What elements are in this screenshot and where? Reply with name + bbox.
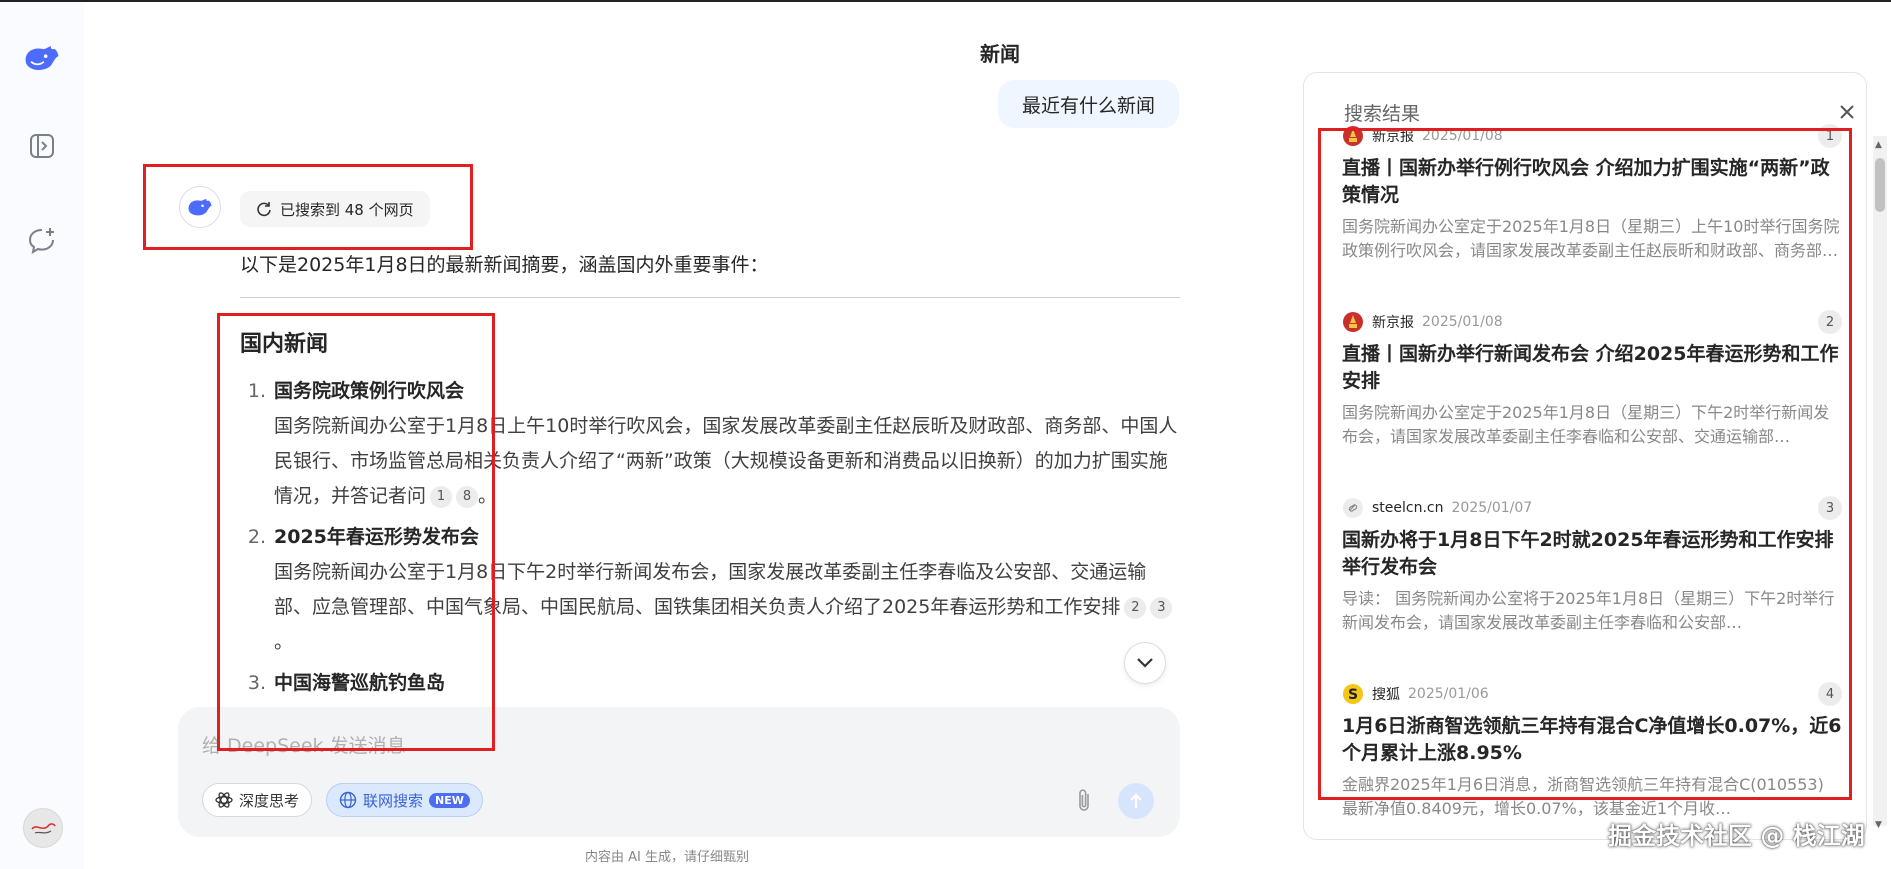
citation-badge[interactable]: 8 [456,486,479,508]
news-list: 1. 国务院政策例行吹风会国务院新闻办公室于1月8日上午10时举行吹风会，国家发展… [240,374,1180,707]
send-button[interactable] [1118,783,1154,819]
result-title[interactable]: 国新办将于1月8日下午2时就2025年春运形势和工作安排举行发布会 [1342,527,1842,581]
panel-scrollbar[interactable] [1873,136,1887,826]
citation-badge[interactable]: 2 [1124,597,1147,619]
news-item-body: 国务院新闻办公室于1月8日下午2时举行新闻发布会，国家发展改革委副主任李春临及公… [274,555,1180,660]
citation-badge[interactable]: 3 [1150,597,1173,619]
answer-intro: 以下是2025年1月8日的最新新闻摘要，涵盖国内外重要事件： [240,254,769,276]
citation-badge[interactable]: 1 [430,486,453,508]
news-item-title: 国务院政策例行吹风会 [274,380,465,402]
result-source: steelcn.cn [1372,500,1444,516]
scroll-to-bottom-button[interactable] [1124,642,1166,684]
result-snippet: 国务院新闻办公室定于2025年1月8日（星期三）上午10时举行国务院政策例行吹风… [1342,217,1840,260]
panel-title: 搜索结果 [1344,103,1421,125]
news-item-number: 3. [247,672,266,694]
news-item-number: 2. [247,526,266,548]
scrollbar-thumb[interactable] [1875,158,1885,212]
deepseek-whale-icon [188,198,212,216]
close-icon [1840,105,1854,119]
result-date: 2025/01/08 [1422,314,1503,330]
deep-think-label: 深度思考 [239,791,300,810]
news-item-title: 中国海警巡航钓鱼岛 [274,672,446,694]
news-item-text: 国务院新闻办公室于1月8日上午10时举行吹风会，国家发展改革委副主任赵辰昕及财政… [274,415,1178,507]
attach-file-button[interactable] [1071,787,1097,813]
news-item-text: 国务院新闻办公室于1月8日下午2时举行新闻发布会，国家发展改革委副主任李春临及公… [274,561,1147,618]
result-number-badge: 4 [1818,682,1842,706]
paperclip-icon [1079,789,1089,811]
result-snippet: 国务院新闻办公室定于2025年1月8日（星期三）下午2时举行新闻发布会，请国家发… [1342,403,1830,446]
news-item-end: 。 [274,631,294,653]
arrow-up-icon [1130,793,1142,808]
globe-icon [339,791,357,809]
search-status-chip[interactable]: 已搜索到 48 个网页 [240,191,430,227]
search-result-item[interactable]: S 搜狐 2025/01/06 4 1月6日浙商智选领航三年持有混合C净值增长0.07%… [1342,681,1842,821]
news-item-end: 。 [478,485,498,507]
web-search-label: 联网搜索 [363,791,424,810]
xinjingbao-logo-icon [1342,311,1364,333]
result-title[interactable]: 直播丨国新办举行新闻发布会 介绍2025年春运形势和工作安排 [1342,341,1842,395]
assistant-avatar [179,186,221,228]
search-result-item[interactable]: 新京报 2025/01/08 2 直播丨国新办举行新闻发布会 介绍2025年春运形势和… [1342,309,1842,449]
watermark: 掘金技术社区 @ 栈江湖 [1608,822,1865,850]
section-heading: 国内新闻 [240,332,329,357]
news-item-title: 2025年春运形势发布会 [274,526,479,548]
search-results-panel: 搜索结果 新京报 2025/01/08 1 直播丨国新办举行例行吹风会 介绍加力扩围实… [1303,72,1867,840]
news-item: 1. 国务院政策例行吹风会国务院新闻办公室于1月8日上午10时举行吹风会，国家发展… [240,374,1180,514]
close-panel-button[interactable] [1836,101,1858,123]
result-date: 2025/01/06 [1408,686,1489,702]
result-number-badge: 2 [1818,310,1842,334]
result-snippet: 金融界2025年1月6日消息，浙商智选领航三年持有混合C(010553) 最新净… [1342,775,1824,818]
result-source: 新京报 [1372,315,1414,331]
svg-text:S: S [1348,687,1358,703]
web-search-button[interactable]: 联网搜索 NEW [326,783,483,817]
scroll-up-arrow-icon[interactable]: ▲ [1875,140,1882,150]
news-item-number: 1. [247,380,266,402]
divider [240,297,1180,298]
chat-title: 新闻 [980,42,1020,66]
open-sidebar-icon[interactable] [22,126,62,166]
window-top-border [0,0,1891,2]
news-item: 2. 2025年春运形势发布会国务院新闻办公室于1月8日下午2时举行新闻发布会，国… [240,520,1180,660]
search-result-item[interactable]: 新京报 2025/01/08 1 直播丨国新办举行例行吹风会 介绍加力扩围实施“两新”… [1342,123,1842,263]
deep-think-button[interactable]: 深度思考 [202,783,313,817]
result-number-badge: 3 [1818,496,1842,520]
result-title[interactable]: 直播丨国新办举行例行吹风会 介绍加力扩围实施“两新”政策情况 [1342,155,1842,209]
result-title[interactable]: 1月6日浙商智选领航三年持有混合C净值增长0.07%，近6个月累计上涨8.95% [1342,713,1842,767]
sohu-logo-icon: S [1342,683,1364,705]
chevron-down-icon [1137,658,1153,668]
user-message-bubble: 最近有什么新闻 [997,80,1179,128]
message-input[interactable]: 给 DeepSeek 发送消息 [202,731,406,758]
result-date: 2025/01/08 [1422,128,1503,144]
news-item-body: 国务院新闻办公室于1月8日上午10时举行吹风会，国家发展改革委副主任赵辰昕及财政… [274,409,1180,514]
atom-icon [215,792,233,808]
search-result-item[interactable]: steelcn.cn 2025/01/07 3 国新办将于1月8日下午2时就2025年… [1342,495,1842,635]
result-source: 搜狐 [1372,687,1400,703]
deepseek-logo-icon[interactable] [22,38,62,78]
link-icon [1342,497,1364,519]
result-snippet: 导读： 国务院新闻办公室将于2025年1月8日（星期三）下午2时举行新闻发布会，… [1342,589,1835,632]
result-number-badge: 1 [1818,124,1842,148]
scroll-down-arrow-icon[interactable]: ▼ [1875,820,1882,830]
result-source: 新京报 [1372,129,1414,145]
message-composer[interactable]: 给 DeepSeek 发送消息 深度思考 联网搜索 NEW [178,707,1180,837]
new-chat-icon[interactable] [22,221,62,261]
news-item: 3. 中国海警巡航钓鱼岛 [240,666,1180,701]
sidebar [0,2,84,869]
new-badge: NEW [429,792,470,808]
xinjingbao-logo-icon [1342,125,1364,147]
search-status-text: 已搜索到 48 个网页 [280,200,414,219]
refresh-search-icon [257,202,271,217]
ai-disclaimer: 内容由 AI 生成，请仔细甄别 [585,850,749,865]
result-date: 2025/01/07 [1451,500,1533,516]
user-avatar[interactable] [23,808,63,848]
